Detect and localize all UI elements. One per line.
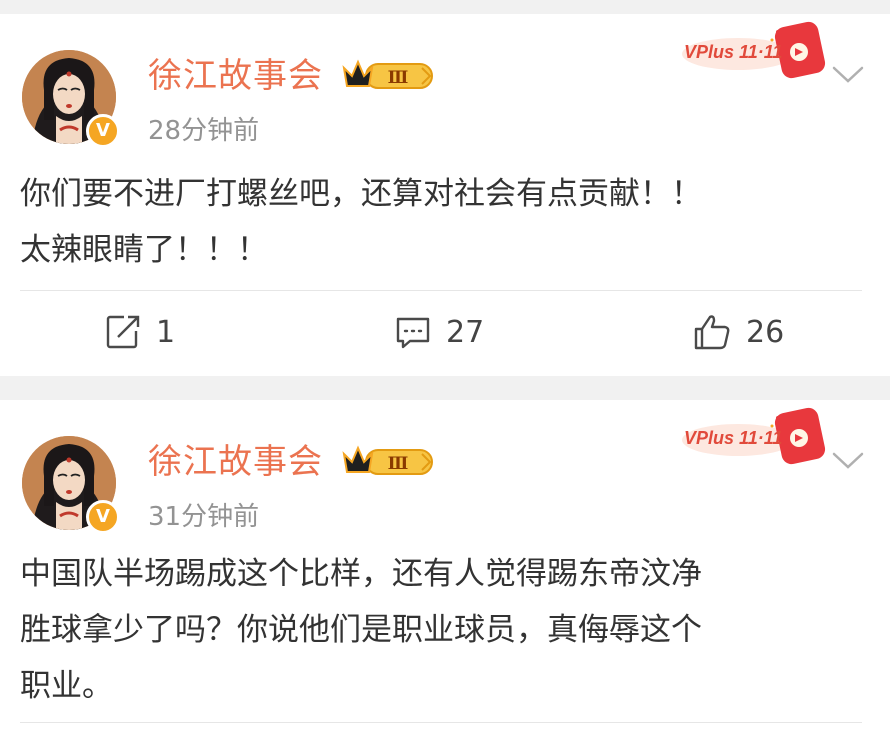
comment-icon	[396, 317, 430, 349]
vplus-promo-badge[interactable]: VPlus 11·11	[678, 20, 828, 86]
divider	[20, 722, 862, 723]
thumbs-up-icon	[694, 315, 730, 350]
vplus-label: VPlus 11·11	[684, 42, 783, 62]
post-card: V 徐江故事会 Ⅲ 31分钟前 VPlus 11·11 中国队半场踢成这个比样，…	[0, 400, 890, 752]
action-bar: 1 27 26	[0, 310, 890, 354]
post-card: V 徐江故事会 Ⅲ 28分钟前 VPlus 11·11 你们要不进厂打螺丝吧，还…	[0, 14, 890, 376]
weibo-feed: V 徐江故事会 Ⅲ 28分钟前 VPlus 11·11 你们要不进厂打螺丝吧，还…	[0, 0, 890, 752]
repost-icon	[106, 315, 140, 349]
like-button[interactable]: 26	[692, 310, 784, 354]
post-line: 中国队半场踢成这个比样，还有人觉得踢东帝汶净	[20, 556, 702, 592]
post-content: 中国队半场踢成这个比样，还有人觉得踢东帝汶净 胜球拿少了吗？你说他们是职业球员，…	[20, 546, 872, 714]
like-count: 26	[746, 314, 785, 350]
username[interactable]: 徐江故事会	[148, 434, 323, 483]
timestamp: 31分钟前	[148, 502, 260, 532]
vplus-label: VPlus 11·11	[684, 428, 783, 448]
repost-count: 1	[156, 314, 176, 350]
vip-level: Ⅲ	[388, 454, 409, 474]
post-line: 职业。	[20, 668, 113, 704]
comment-count: 27	[446, 314, 485, 350]
vplus-promo-badge[interactable]: VPlus 11·11	[678, 406, 828, 472]
vip-crown-badge-icon[interactable]: Ⅲ	[340, 58, 436, 92]
repost-button[interactable]: 1	[104, 310, 175, 354]
divider	[20, 290, 862, 291]
timestamp: 28分钟前	[148, 116, 260, 146]
chevron-down-icon[interactable]	[830, 62, 866, 86]
chevron-down-icon[interactable]	[830, 448, 866, 472]
post-line: 胜球拿少了吗？你说他们是职业球员，真侮辱这个	[20, 612, 702, 648]
vip-crown-badge-icon[interactable]: Ⅲ	[340, 444, 436, 478]
username[interactable]: 徐江故事会	[148, 48, 323, 97]
verified-badge: V	[86, 114, 120, 148]
verified-badge: V	[86, 500, 120, 534]
vip-level: Ⅲ	[388, 68, 409, 88]
post-line: 你们要不进厂打螺丝吧，还算对社会有点贡献！！	[20, 176, 702, 212]
comment-button[interactable]: 27	[394, 310, 484, 354]
post-content: 你们要不进厂打螺丝吧，还算对社会有点贡献！！ 太辣眼睛了！！！	[20, 166, 872, 278]
post-line: 太辣眼睛了！！！	[20, 232, 268, 268]
